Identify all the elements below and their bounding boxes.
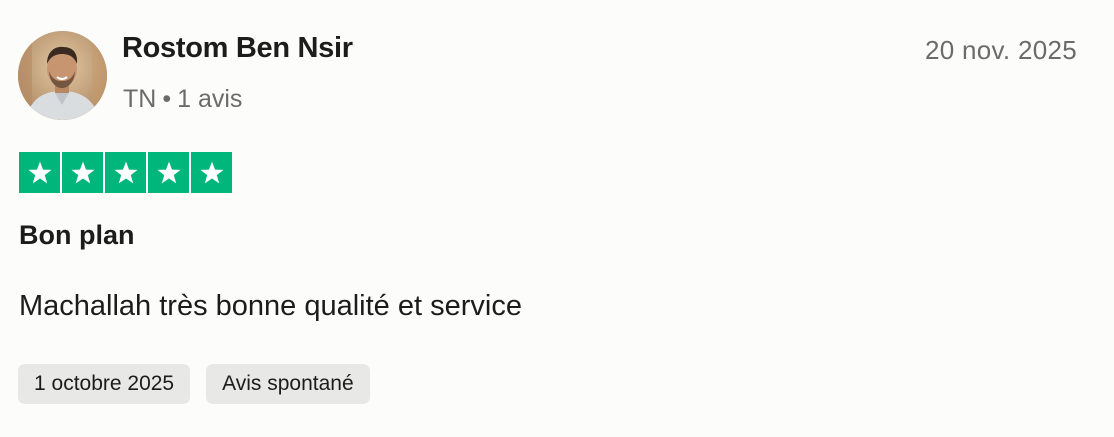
star-2 <box>62 152 103 193</box>
meta-separator: • <box>162 85 172 113</box>
star-4 <box>148 152 189 193</box>
author-country: TN <box>123 85 157 113</box>
review-tags: 1 octobre 2025 Avis spontané <box>18 364 370 404</box>
star-3 <box>105 152 146 193</box>
star-icon <box>199 161 224 183</box>
star-5 <box>191 152 232 193</box>
star-icon <box>156 161 181 183</box>
review-date: 20 nov. 2025 <box>924 35 1077 65</box>
author-review-count: 1 avis <box>177 85 243 113</box>
review-card: Rostom Ben Nsir TN • 1 avis 20 nov. 2025 B… <box>0 0 1114 437</box>
star-rating <box>19 152 232 193</box>
unprompted-review-tag[interactable]: Avis spontané <box>206 364 370 404</box>
review-body: Machallah très bonne qualité et service <box>19 290 522 322</box>
star-icon <box>113 161 138 183</box>
star-icon <box>70 161 95 183</box>
star-icon <box>27 161 52 183</box>
experience-date-tag: 1 octobre 2025 <box>18 364 191 404</box>
author-name[interactable]: Rostom Ben Nsir <box>122 32 353 65</box>
review-title[interactable]: Bon plan <box>19 220 135 251</box>
author-avatar[interactable] <box>18 31 107 120</box>
star-1 <box>19 152 60 193</box>
author-meta: TN • 1 avis <box>123 85 242 114</box>
user-avatar-icon <box>18 31 107 120</box>
